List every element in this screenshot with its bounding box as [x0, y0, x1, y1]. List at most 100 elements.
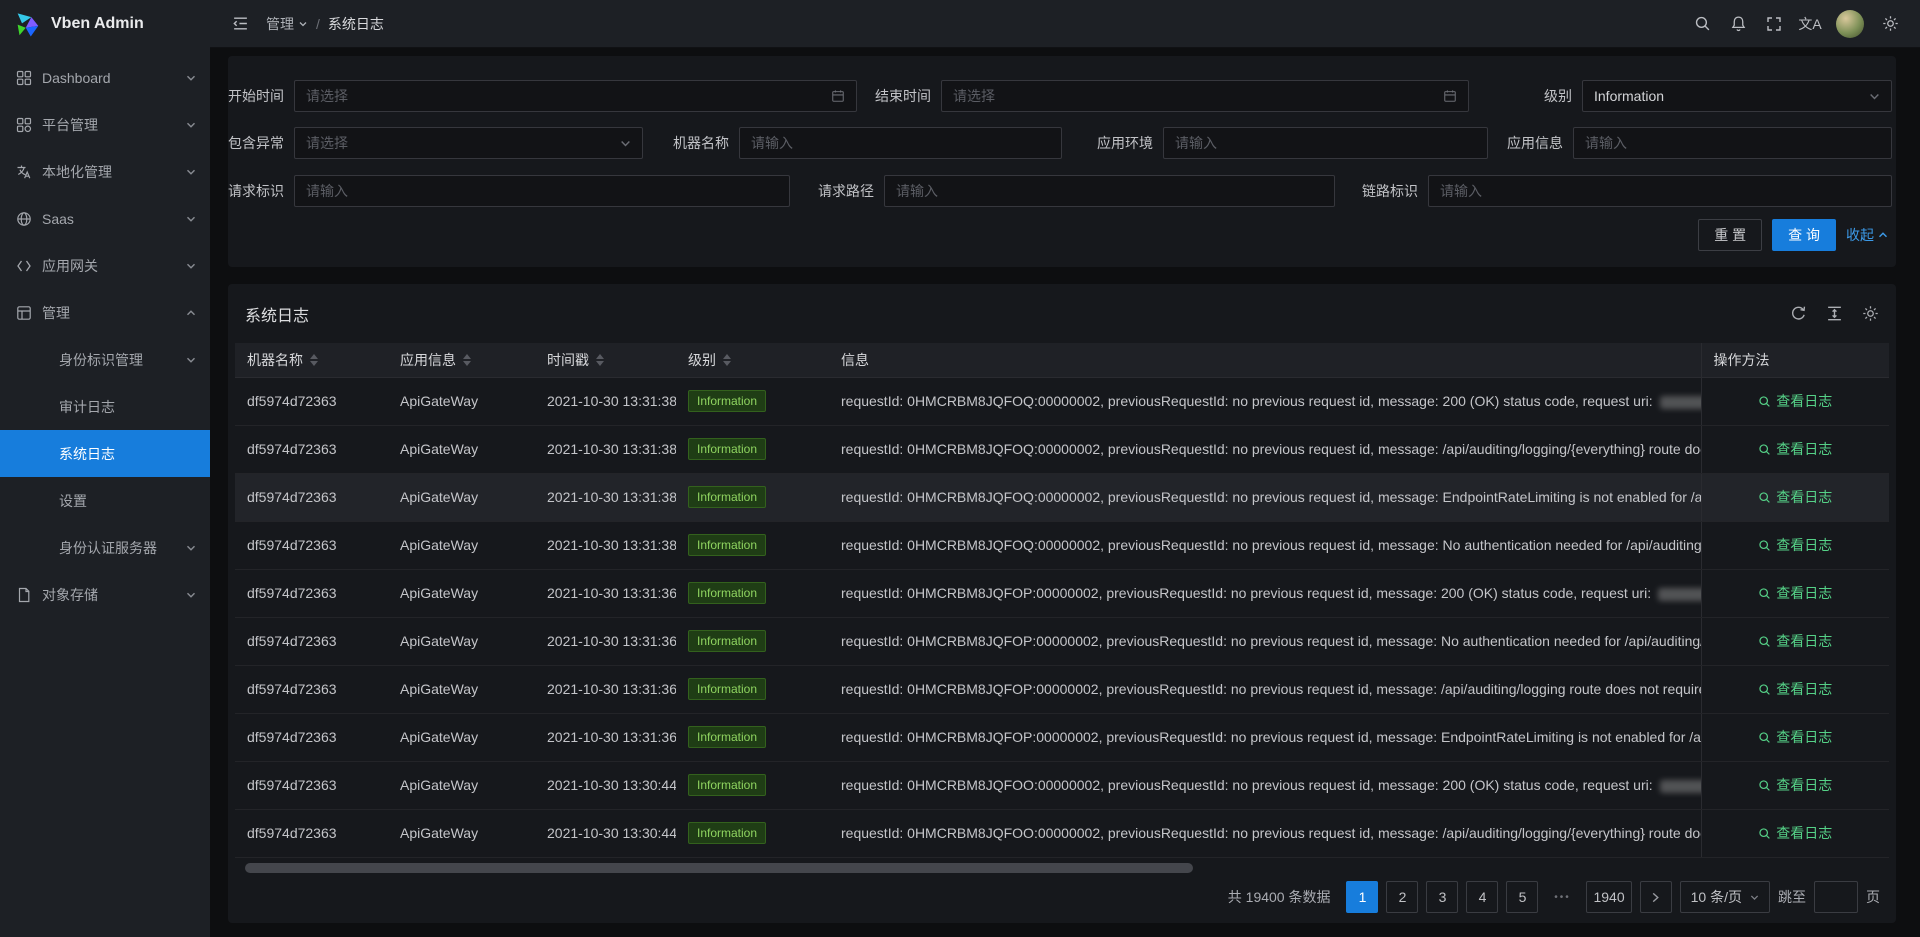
redacted-blur: [1658, 588, 1701, 601]
cell-machine-name: df5974d72363: [235, 713, 388, 761]
table-row[interactable]: df5974d72363 ApiGateWay 2021-10-30 13:31…: [235, 377, 1889, 425]
menu-fold-icon[interactable]: [222, 0, 258, 48]
column-header-machine[interactable]: 机器名称: [235, 343, 388, 377]
machine-name-input[interactable]: [739, 127, 1062, 159]
cell-timestamp: 2021-10-30 13:31:38: [535, 377, 676, 425]
table-wrap: 机器名称应用信息时间戳级别信息操作方法 df5974d72363 ApiGate…: [228, 343, 1896, 873]
column-header-action: 操作方法: [1701, 343, 1889, 377]
level-tag: Information: [688, 486, 766, 508]
page-button-1940[interactable]: 1940: [1586, 881, 1631, 913]
page-button-4[interactable]: 4: [1466, 881, 1498, 913]
view-log-link[interactable]: 查看日志: [1758, 535, 1832, 555]
table-row[interactable]: df5974d72363 ApiGateWay 2021-10-30 13:31…: [235, 473, 1889, 521]
end-time-input[interactable]: 请选择: [941, 80, 1469, 112]
magnifier-icon: [1758, 683, 1771, 696]
page-button-5[interactable]: 5: [1506, 881, 1538, 913]
start-time-input[interactable]: 请选择: [294, 80, 857, 112]
table-row[interactable]: df5974d72363 ApiGateWay 2021-10-30 13:30…: [235, 809, 1889, 857]
table-row[interactable]: df5974d72363 ApiGateWay 2021-10-30 13:31…: [235, 425, 1889, 473]
view-log-link[interactable]: 查看日志: [1758, 631, 1832, 651]
settings-gear-icon[interactable]: [1872, 0, 1908, 48]
table-row[interactable]: df5974d72363 ApiGateWay 2021-10-30 13:31…: [235, 617, 1889, 665]
column-header-app[interactable]: 应用信息: [388, 343, 535, 377]
column-header-level[interactable]: 级别: [676, 343, 829, 377]
view-log-link[interactable]: 查看日志: [1758, 487, 1832, 507]
sidebar-item-management[interactable]: 管理: [0, 289, 210, 336]
sidebar-menu: Dashboard 平台管理本地化管理 Saas应用网关管理身份标识管理审计日志系统…: [0, 48, 210, 937]
chevron-up-icon: [186, 308, 196, 318]
environment-field: 应用环境: [1163, 127, 1488, 159]
cell-timestamp: 2021-10-30 13:31:36: [535, 713, 676, 761]
locale-icon[interactable]: 文A: [1792, 0, 1828, 48]
sidebar-item-settings[interactable]: 设置: [0, 477, 210, 524]
breadcrumb-current: 系统日志: [328, 14, 384, 34]
view-log-link[interactable]: 查看日志: [1758, 679, 1832, 699]
logo[interactable]: Vben Admin: [0, 0, 210, 48]
sidebar-item-localization-management[interactable]: 本地化管理: [0, 148, 210, 195]
view-log-link[interactable]: 查看日志: [1758, 391, 1832, 411]
table-row[interactable]: df5974d72363 ApiGateWay 2021-10-30 13:31…: [235, 665, 1889, 713]
environment-input[interactable]: [1163, 127, 1488, 159]
request-id-input[interactable]: [294, 175, 790, 207]
page-button-2[interactable]: 2: [1386, 881, 1418, 913]
table-row[interactable]: df5974d72363 ApiGateWay 2021-10-30 13:31…: [235, 713, 1889, 761]
message-text: requestId: 0HMCRBM8JQFOP:00000002, previ…: [841, 585, 1655, 601]
sidebar-item-object-storage[interactable]: 对象存储: [0, 571, 210, 618]
sidebar-item-platform-management[interactable]: 平台管理: [0, 101, 210, 148]
notification-bell-icon[interactable]: [1720, 0, 1756, 48]
collapse-link[interactable]: 收起: [1846, 225, 1888, 245]
next-page-button[interactable]: [1640, 881, 1672, 913]
page-button-1[interactable]: 1: [1346, 881, 1378, 913]
sidebar-item-system-logs[interactable]: 系统日志: [0, 430, 210, 477]
breadcrumb-section[interactable]: 管理: [266, 14, 308, 34]
sidebar-item-auth-server[interactable]: 身份认证服务器: [0, 524, 210, 571]
view-log-link[interactable]: 查看日志: [1758, 583, 1832, 603]
cell-timestamp: 2021-10-30 13:30:44: [535, 761, 676, 809]
fullscreen-icon[interactable]: [1756, 0, 1792, 48]
magnifier-icon: [1758, 827, 1771, 840]
trace-id-input[interactable]: [1428, 175, 1892, 207]
avatar[interactable]: [1836, 10, 1864, 38]
sidebar-item-app-gateway[interactable]: 应用网关: [0, 242, 210, 289]
level-select[interactable]: Information: [1582, 80, 1892, 112]
chevron-down-icon: [186, 355, 196, 365]
cell-message: requestId: 0HMCRBM8JQFOO:00000002, previ…: [829, 761, 1701, 809]
cell-action: 查看日志: [1701, 425, 1889, 473]
exception-select[interactable]: 请选择: [294, 127, 643, 159]
query-button[interactable]: 查 询: [1772, 219, 1836, 251]
sidebar-item-label: Dashboard: [42, 70, 111, 86]
column-height-icon[interactable]: [1826, 305, 1843, 322]
table-row[interactable]: df5974d72363 ApiGateWay 2021-10-30 13:30…: [235, 761, 1889, 809]
reset-button[interactable]: 重 置: [1698, 219, 1762, 251]
app-info-input[interactable]: [1573, 127, 1892, 159]
search-icon[interactable]: [1684, 0, 1720, 48]
table-row[interactable]: df5974d72363 ApiGateWay 2021-10-30 13:31…: [235, 521, 1889, 569]
cell-action: 查看日志: [1701, 521, 1889, 569]
view-log-link[interactable]: 查看日志: [1758, 823, 1832, 843]
page-size-select[interactable]: 10 条/页: [1680, 881, 1770, 913]
horizontal-scrollbar[interactable]: [245, 863, 1879, 873]
column-header-timestamp[interactable]: 时间戳: [535, 343, 676, 377]
table-row[interactable]: df5974d72363 ApiGateWay 2021-10-30 13:31…: [235, 569, 1889, 617]
view-log-link[interactable]: 查看日志: [1758, 775, 1832, 795]
level-tag: Information: [688, 678, 766, 700]
jump-page-input[interactable]: [1814, 881, 1858, 913]
sidebar-item-saas[interactable]: Saas: [0, 195, 210, 242]
cell-app-info: ApiGateWay: [388, 809, 535, 857]
view-log-link[interactable]: 查看日志: [1758, 439, 1832, 459]
chevron-down-icon: [1750, 893, 1759, 902]
table-settings-gear-icon[interactable]: [1862, 305, 1879, 322]
refresh-icon[interactable]: [1790, 305, 1807, 322]
sidebar-item-dashboard[interactable]: Dashboard: [0, 54, 210, 101]
view-log-link[interactable]: 查看日志: [1758, 727, 1832, 747]
sidebar-item-label: 本地化管理: [42, 162, 112, 182]
cell-machine-name: df5974d72363: [235, 425, 388, 473]
request-path-input[interactable]: [884, 175, 1335, 207]
sidebar-item-audit-logs[interactable]: 审计日志: [0, 383, 210, 430]
page-button-3[interactable]: 3: [1426, 881, 1458, 913]
cell-timestamp: 2021-10-30 13:31:38: [535, 521, 676, 569]
scrollbar-thumb[interactable]: [245, 863, 1193, 873]
level-tag: Information: [688, 534, 766, 556]
header-actions: 文A: [1684, 0, 1908, 48]
sidebar-item-identity-management[interactable]: 身份标识管理: [0, 336, 210, 383]
